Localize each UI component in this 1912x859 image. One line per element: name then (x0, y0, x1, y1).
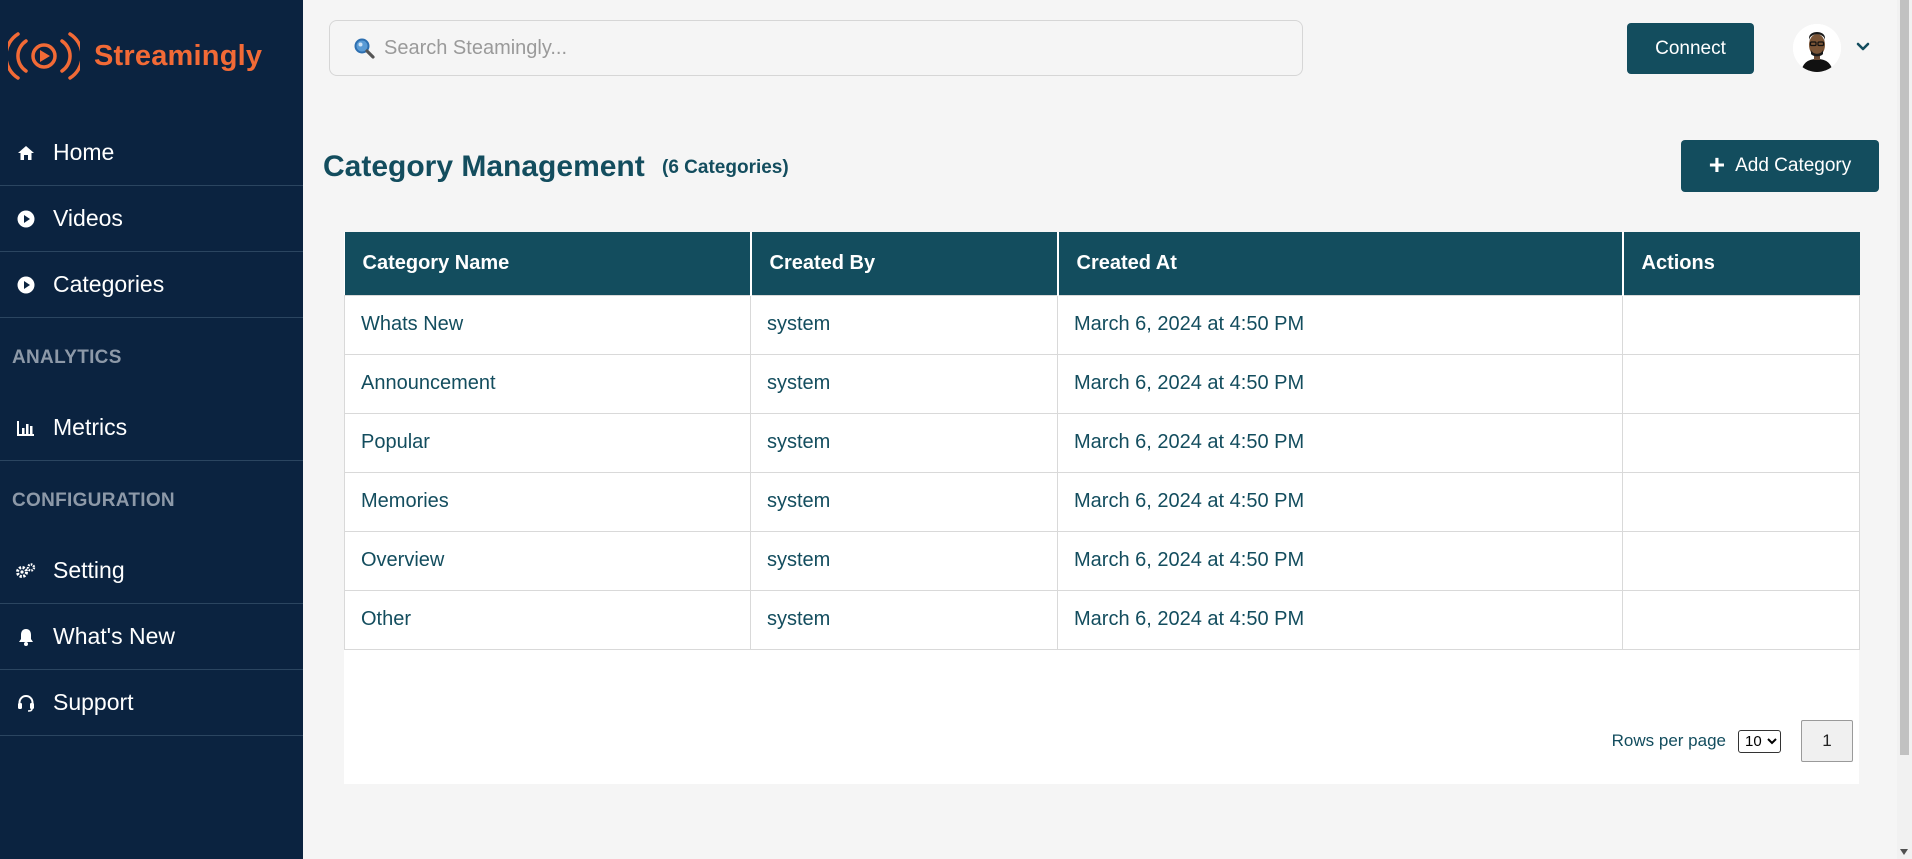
cell-created-by: system (750, 353, 1058, 414)
table-row[interactable]: Announcement system March 6, 2024 at 4:5… (344, 353, 1860, 414)
brand-name: Streamingly (94, 39, 263, 72)
cell-created-at: March 6, 2024 at 4:50 PM (1057, 589, 1623, 650)
sidebar-item-metrics[interactable]: Metrics (0, 395, 303, 461)
search-input[interactable] (384, 36, 1264, 60)
play-circle-icon (14, 276, 38, 294)
column-header-category-name[interactable]: Category Name (344, 232, 752, 295)
table-row[interactable]: Whats New system March 6, 2024 at 4:50 P… (344, 294, 1860, 355)
cell-created-by: system (750, 589, 1058, 650)
cell-created-at: March 6, 2024 at 4:50 PM (1057, 412, 1623, 473)
sidebar-item-label: Categories (53, 271, 165, 297)
search-bar[interactable] (329, 20, 1303, 76)
sidebar-item-whats-new[interactable]: What's New (0, 604, 303, 670)
broadcast-logo-icon (8, 32, 80, 80)
category-count: (6 Categories) (662, 157, 789, 178)
cell-created-by: system (750, 412, 1058, 473)
add-category-label: Add Category (1735, 155, 1852, 176)
cell-actions (1622, 589, 1860, 650)
home-icon (14, 145, 38, 161)
cell-actions (1622, 471, 1860, 532)
cell-created-by: system (750, 530, 1058, 591)
page-title: Category Management (323, 150, 645, 183)
cell-category-name: Whats New (344, 294, 751, 355)
scroll-down-arrow-icon[interactable] (1900, 849, 1908, 855)
gears-icon (14, 562, 38, 579)
cell-category-name: Other (344, 589, 751, 650)
cell-category-name: Popular (344, 412, 751, 473)
table-row[interactable]: Overview system March 6, 2024 at 4:50 PM (344, 530, 1860, 591)
sidebar-item-label: Home (53, 139, 115, 165)
headset-icon (14, 694, 38, 712)
sidebar-item-support[interactable]: Support (0, 670, 303, 736)
sidebar-item-home[interactable]: Home (0, 120, 303, 186)
sidebar-item-categories[interactable]: Categories (0, 252, 303, 318)
page-button-1[interactable]: 1 (1801, 720, 1853, 762)
table-row[interactable]: Other system March 6, 2024 at 4:50 PM (344, 589, 1860, 650)
user-avatar[interactable] (1793, 24, 1841, 72)
bell-icon (14, 628, 38, 646)
table-header-row: Category Name Created By Created At Acti… (344, 232, 1860, 295)
cell-created-at: March 6, 2024 at 4:50 PM (1057, 353, 1623, 414)
cell-created-at: March 6, 2024 at 4:50 PM (1057, 530, 1623, 591)
category-table: Category Name Created By Created At Acti… (344, 232, 1860, 650)
cell-actions (1622, 530, 1860, 591)
search-icon (352, 36, 376, 60)
sidebar-item-label: Metrics (53, 414, 128, 440)
scrollbar-thumb[interactable] (1900, 0, 1909, 755)
cell-actions (1622, 353, 1860, 414)
cell-actions (1622, 412, 1860, 473)
connect-button[interactable]: Connect (1627, 23, 1754, 74)
cell-actions (1622, 294, 1860, 355)
cell-created-at: March 6, 2024 at 4:50 PM (1057, 471, 1623, 532)
cell-category-name: Memories (344, 471, 751, 532)
sidebar-item-setting[interactable]: Setting (0, 538, 303, 604)
column-header-created-at[interactable]: Created At (1057, 232, 1624, 295)
sidebar: Streamingly Home Videos Categories ANALY… (0, 0, 303, 859)
plus-icon: + (1708, 148, 1726, 180)
sidebar-item-label: Setting (53, 557, 125, 583)
table-row[interactable]: Popular system March 6, 2024 at 4:50 PM (344, 412, 1860, 473)
sidebar-item-label: Support (53, 689, 134, 715)
vertical-scrollbar[interactable] (1897, 0, 1912, 859)
play-circle-icon (14, 210, 38, 228)
logo[interactable]: Streamingly (8, 28, 262, 84)
bar-chart-icon (14, 420, 38, 436)
sidebar-item-label: Videos (53, 205, 123, 231)
category-table-card: Category Name Created By Created At Acti… (344, 232, 1860, 784)
sidebar-item-label: What's New (53, 623, 175, 649)
section-label-analytics: ANALYTICS (12, 347, 122, 368)
table-row[interactable]: Memories system March 6, 2024 at 4:50 PM (344, 471, 1860, 532)
cell-created-by: system (750, 471, 1058, 532)
chevron-down-icon[interactable] (1854, 38, 1872, 56)
cell-created-by: system (750, 294, 1058, 355)
rows-per-page-label: Rows per page (1611, 731, 1726, 750)
cell-created-at: March 6, 2024 at 4:50 PM (1057, 294, 1623, 355)
section-label-configuration: CONFIGURATION (12, 490, 175, 511)
cell-category-name: Announcement (344, 353, 751, 414)
rows-per-page-select[interactable]: 10 (1738, 729, 1781, 753)
sidebar-item-videos[interactable]: Videos (0, 186, 303, 252)
pagination: Rows per page 10 1 (1612, 720, 1853, 762)
add-category-button[interactable]: + Add Category (1681, 140, 1879, 192)
cell-category-name: Overview (344, 530, 751, 591)
column-header-created-by[interactable]: Created By (750, 232, 1059, 295)
column-header-actions: Actions (1622, 232, 1860, 295)
